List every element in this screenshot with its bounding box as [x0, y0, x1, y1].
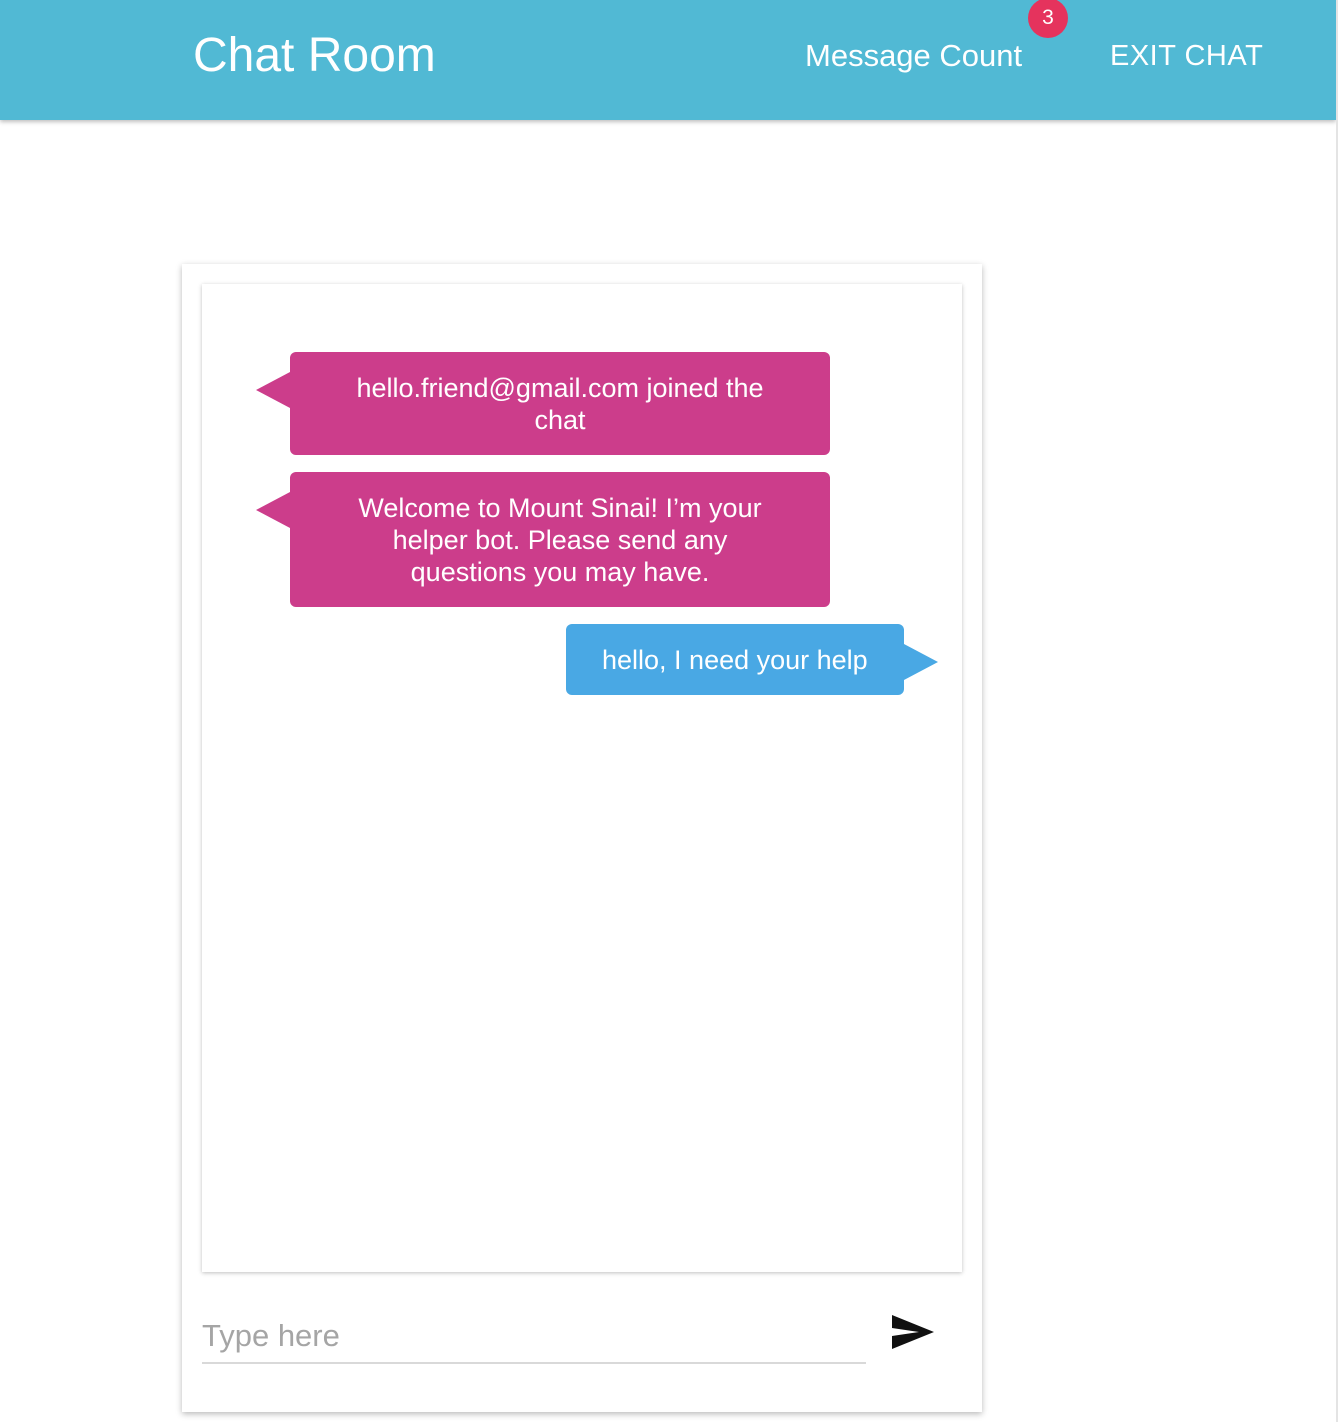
send-icon — [892, 1315, 934, 1349]
app-bar: Chat Room Message Count 3 EXIT CHAT — [0, 0, 1336, 120]
exit-chat-button[interactable]: EXIT CHAT — [1110, 38, 1263, 74]
message-bubble-incoming: hello.friend@gmail.com joined the chat — [256, 352, 830, 455]
message-count-button[interactable]: Message Count — [805, 36, 1022, 76]
chat-card: hello.friend@gmail.com joined the chat W… — [182, 264, 982, 1412]
page-title: Chat Room — [193, 29, 436, 82]
message-input-wrapper — [202, 1310, 866, 1364]
message-bubble-outgoing: hello, I need your help — [566, 624, 938, 695]
message-list[interactable]: hello.friend@gmail.com joined the chat W… — [202, 284, 962, 1272]
message-input[interactable] — [202, 1310, 866, 1362]
message-count-badge: 3 — [1028, 0, 1068, 38]
message-bubble-incoming: Welcome to Mount Sinai! I’m your helper … — [256, 472, 830, 607]
send-button[interactable] — [888, 1310, 938, 1354]
